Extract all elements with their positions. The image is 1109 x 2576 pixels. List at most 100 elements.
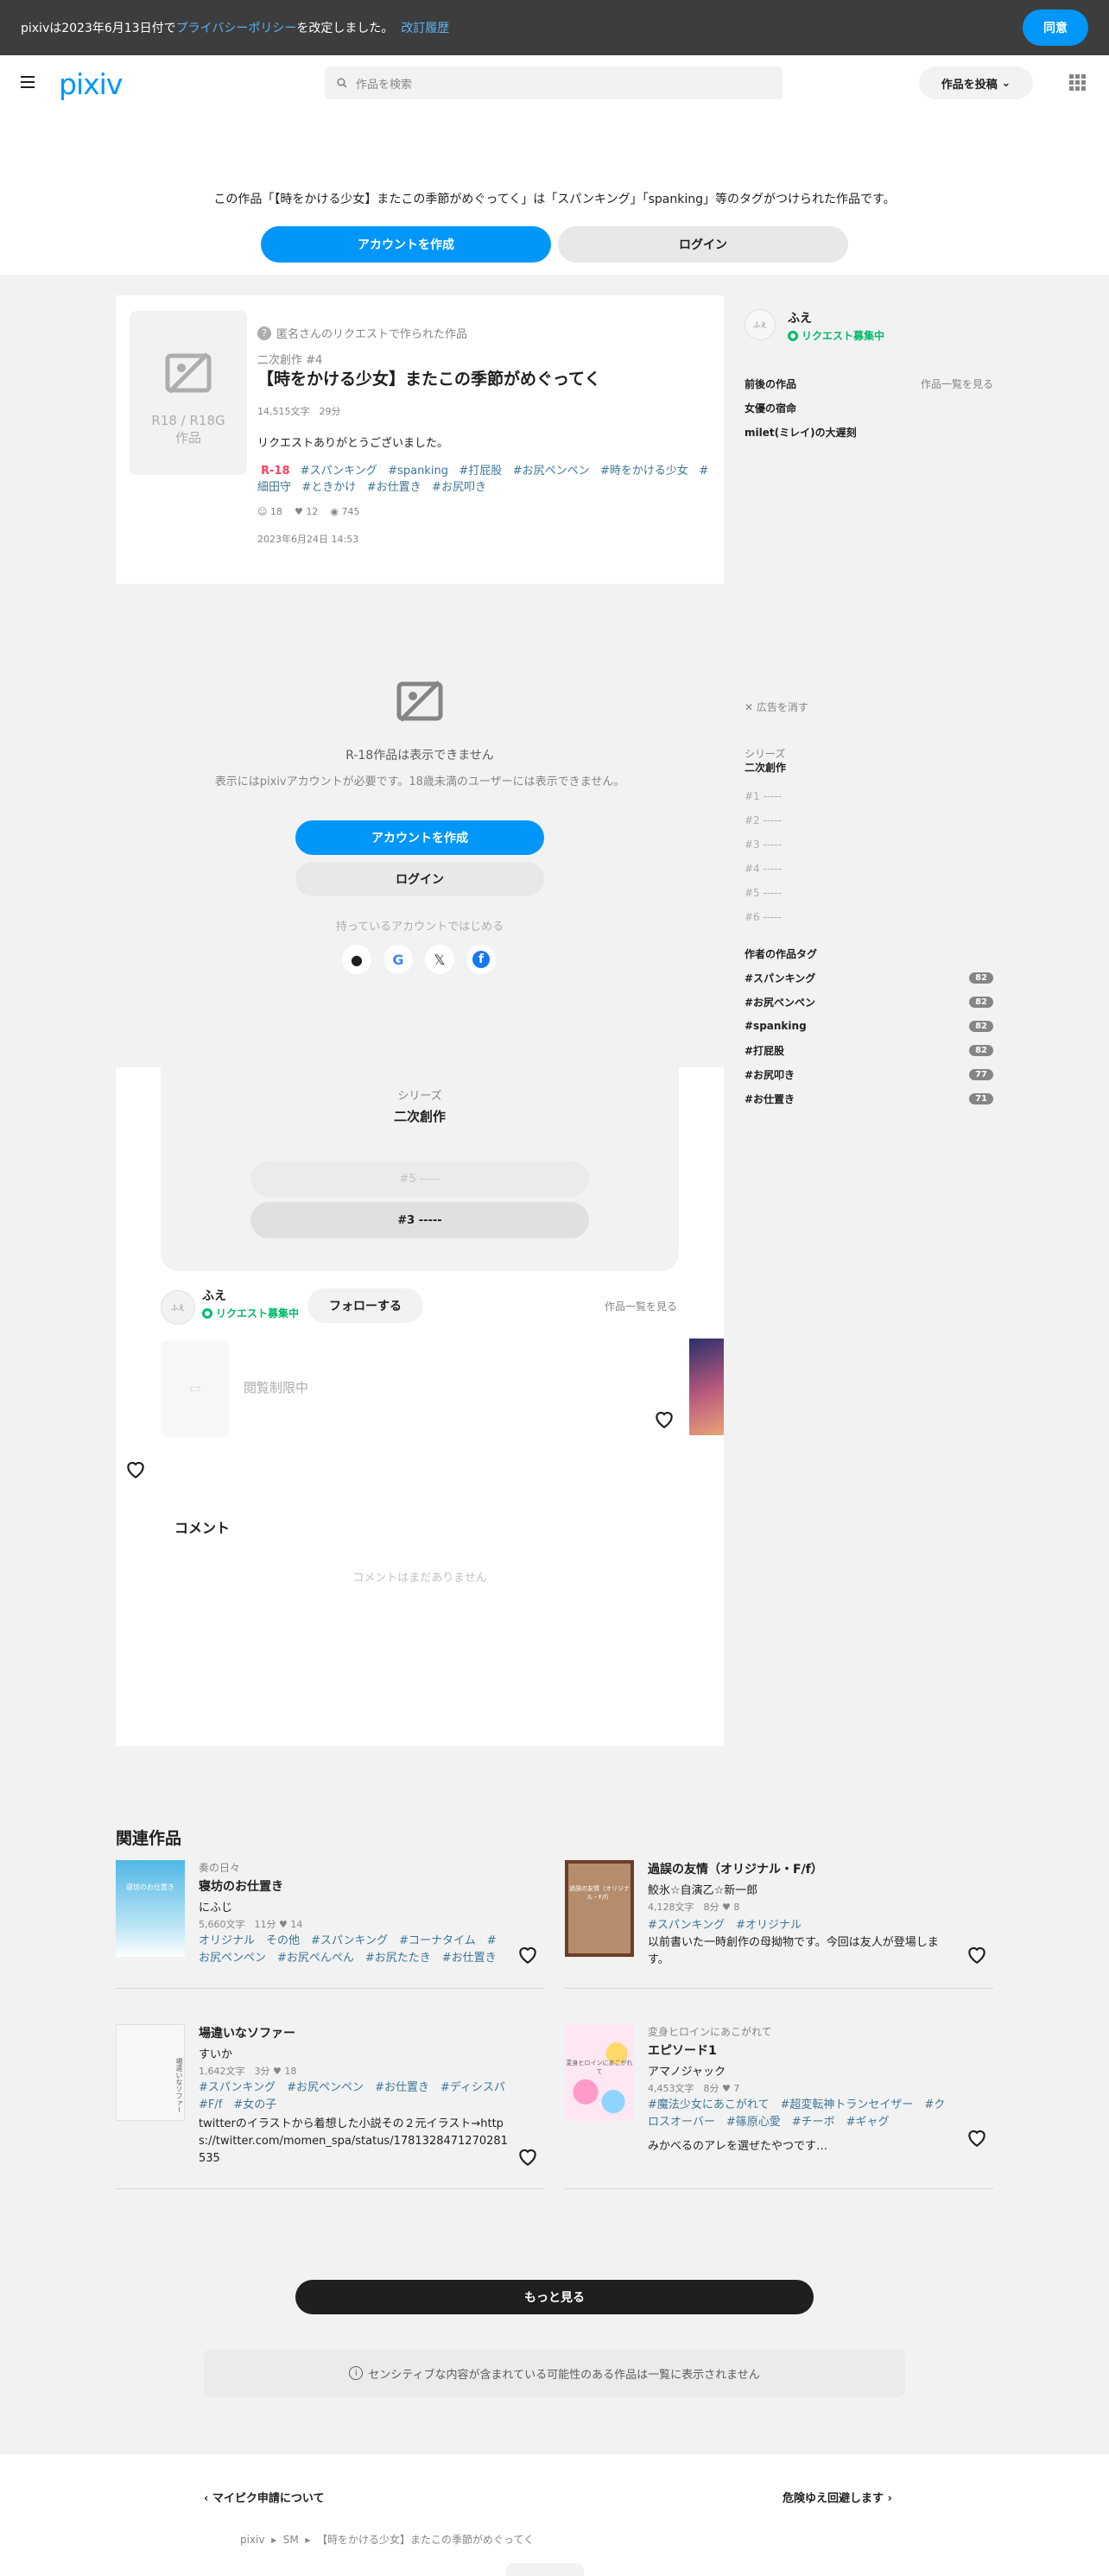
work-thumbnail[interactable]: R18 / R18G 作品	[130, 311, 247, 475]
privacy-policy-link[interactable]: プライバシーポリシー	[176, 22, 297, 35]
tag-link[interactable]: #時をかける少女	[600, 465, 688, 478]
restricted-thumbnail[interactable]: ▭	[161, 1340, 230, 1437]
tag-link[interactable]: #spanking	[388, 465, 448, 478]
bookmark-heart-icon[interactable]	[124, 1458, 147, 1484]
related-thumbnail[interactable]: 変身ヒロインにあこがれて	[565, 2024, 634, 2121]
apps-grid-icon[interactable]	[1069, 74, 1087, 95]
next-page-link[interactable]: 危険ゆえ回避します ›	[783, 2489, 892, 2505]
apple-icon[interactable]: ●	[342, 945, 371, 974]
breadcrumb-item[interactable]: pixiv	[240, 2534, 265, 2546]
author-tag-item[interactable]: #お尻叩き 77	[745, 1062, 993, 1086]
gate-create-account-button[interactable]: アカウントを作成	[295, 820, 544, 855]
side-series-item[interactable]: #4 -----	[745, 857, 782, 881]
related-author[interactable]: アマノジャック	[648, 2062, 726, 2079]
side-series-item[interactable]: #6 -----	[745, 905, 782, 929]
related-tags[interactable]: オリジナル その他 #スパンキング #コーナタイム #お尻ペンペン #お尻ぺんぺ…	[199, 1933, 501, 1967]
side-series-item[interactable]: #3 -----	[745, 832, 782, 857]
related-series[interactable]: 変身ヒロインにあこがれて	[648, 2024, 772, 2039]
adjacent-work-prev[interactable]: milet(ミレイ)の大遅刻	[745, 425, 857, 440]
eye-icon: ◉	[330, 506, 339, 517]
side-series-item[interactable]: #2 -----	[745, 808, 782, 832]
x-icon[interactable]: 𝕏	[425, 945, 454, 974]
revision-history-link[interactable]: 改訂履歴	[401, 22, 449, 35]
post-work-button[interactable]: 作品を投稿 ⌄	[919, 66, 1033, 99]
author-avatar[interactable]: ふえ	[161, 1290, 195, 1325]
related-thumbnail[interactable]: 過誤の友情（オリジナル・F/f）	[565, 1860, 634, 1957]
show-more-button[interactable]: もっと見る	[295, 2280, 814, 2314]
author-tag-item[interactable]: #お尻ペンペン 82	[745, 990, 993, 1014]
prev-page-label: マイピク申請について	[212, 2492, 325, 2505]
related-tags[interactable]: #スパンキング #お尻ペンペン #お仕置き #ディシスパ #F/f #女の子	[199, 2079, 516, 2114]
related-thumbnail[interactable]: 寝坊のお仕置き	[116, 1860, 185, 1957]
related-tags[interactable]: #魔法少女にあこがれて #超変転神トランセイザー #クロスオーバー #篠原心愛 …	[648, 2097, 950, 2131]
create-account-button[interactable]: アカウントを作成	[261, 226, 551, 263]
r18-badge[interactable]: R-18	[261, 465, 290, 478]
side-author-avatar[interactable]: ふえ	[745, 309, 776, 340]
tag-link[interactable]: #お尻叩き	[432, 481, 486, 494]
bookmark-heart-icon[interactable]	[516, 1943, 539, 1969]
prev-episode-button[interactable]: #3 -----	[250, 1202, 589, 1238]
bookmark-heart-icon[interactable]	[966, 2126, 988, 2152]
side-author-name[interactable]: ふえ	[788, 309, 812, 326]
bookmark-count: 12	[306, 506, 319, 517]
tag-link[interactable]: #お仕置き	[367, 481, 421, 494]
bookmark-heart-icon[interactable]	[653, 1408, 675, 1434]
author-tag-item[interactable]: #spanking 82	[745, 1014, 993, 1038]
side-series-item[interactable]: #1 -----	[745, 784, 782, 808]
chevron-right-icon: ›	[887, 2492, 892, 2505]
tag-link[interactable]: #スパンキング	[301, 465, 377, 478]
request-badge[interactable]: リクエスト募集中	[202, 1306, 299, 1320]
google-icon[interactable]: G	[383, 945, 413, 974]
related-author[interactable]: すいか	[199, 2045, 232, 2061]
login-button[interactable]: ログイン	[558, 226, 848, 263]
view-count: 745	[341, 506, 360, 517]
author-name[interactable]: ふえ	[202, 1287, 226, 1304]
series-number[interactable]: 二次創作 #4	[257, 351, 322, 367]
hide-ads-button[interactable]: ✕ 広告を消す	[745, 699, 808, 714]
author-tag-item[interactable]: #打屁股 82	[745, 1038, 993, 1062]
facebook-icon[interactable]: f	[466, 945, 496, 974]
side-series-item[interactable]: #5 -----	[745, 881, 782, 905]
related-author[interactable]: 鮫氷☆自演乙☆新一郎	[648, 1881, 757, 1897]
heart-icon: ♥	[722, 2083, 731, 2094]
breadcrumb-item[interactable]: SM	[283, 2534, 299, 2546]
related-tags[interactable]: #スパンキング #オリジナル	[648, 1915, 802, 1932]
prev-page-link[interactable]: ‹ マイピク申請について	[204, 2489, 325, 2505]
post-date: 2023年6月24日 14:53	[257, 534, 359, 545]
tag-link[interactable]: #ときかけ	[301, 481, 356, 494]
side-request-badge[interactable]: リクエスト募集中	[788, 328, 884, 343]
follow-button[interactable]: フォローする	[307, 1288, 423, 1323]
related-title[interactable]: 寝坊のお仕置き	[199, 1877, 283, 1895]
carousel-thumbnail[interactable]	[689, 1339, 724, 1435]
gate-login-button[interactable]: ログイン	[295, 862, 544, 896]
tag-link[interactable]: #打屁股	[459, 465, 502, 478]
series-box-name[interactable]: 二次創作	[161, 1107, 679, 1125]
author-all-works-link[interactable]: 作品一覧を見る	[605, 1299, 677, 1313]
bookmark-heart-icon[interactable]	[516, 2145, 539, 2171]
related-series[interactable]: 奏の日々	[199, 1860, 240, 1875]
banner-text-before: pixivは2023年6月13日付で	[21, 22, 176, 35]
next-episode-button[interactable]: #5 -----	[250, 1161, 589, 1197]
side-all-works-link[interactable]: 作品一覧を見る	[921, 377, 993, 391]
search-input[interactable]: 作品を検索	[325, 66, 783, 99]
pixiv-logo[interactable]: pixiv	[59, 67, 123, 101]
request-note-text: 匿名さんのリクエストで作られた作品	[276, 328, 468, 341]
adjacent-work-next[interactable]: 女優の宿命	[745, 401, 796, 415]
related-title[interactable]: エピソード1	[648, 2041, 717, 2059]
side-series-name[interactable]: 二次創作	[745, 760, 786, 775]
bookmark-heart-icon[interactable]	[966, 1943, 988, 1969]
menu-icon[interactable]	[21, 74, 38, 93]
related-likes: 18	[284, 2066, 297, 2077]
related-thumbnail[interactable]: 場違いなソファー	[116, 2024, 185, 2121]
scroll-top-handle[interactable]	[506, 2563, 584, 2576]
related-author[interactable]: にふじ	[199, 1898, 232, 1915]
divider	[116, 1988, 544, 1989]
author-tag-item[interactable]: #お仕置き 71	[745, 1086, 993, 1111]
agree-button[interactable]: 同意	[1023, 9, 1088, 46]
author-tag-item[interactable]: #スパンキング 82	[745, 965, 993, 990]
author-tag-name: #お尻ペンペン	[745, 996, 816, 1009]
related-title[interactable]: 過誤の友情（オリジナル・F/f）	[648, 1860, 823, 1877]
related-title[interactable]: 場違いなソファー	[199, 2024, 295, 2041]
related-meta: 4,128文字 8分 ♥ 8	[648, 1900, 739, 1914]
tag-link[interactable]: #お尻ペンペン	[513, 465, 590, 478]
